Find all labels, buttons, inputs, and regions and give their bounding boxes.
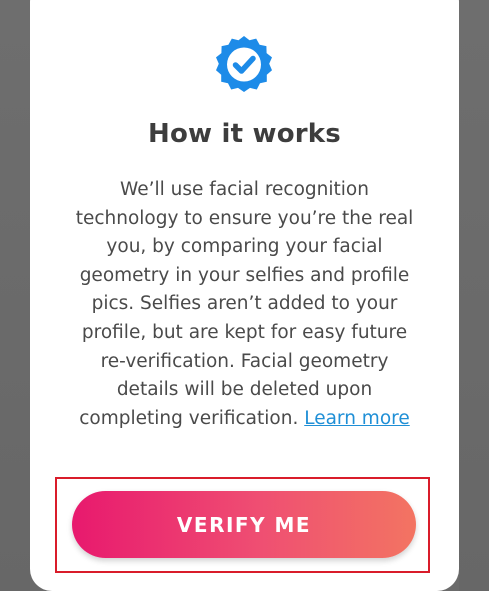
description-text: We’ll use facial recognition technology …	[75, 179, 414, 429]
background-overlay-right	[459, 0, 489, 591]
learn-more-link[interactable]: Learn more	[304, 408, 410, 429]
verify-me-button[interactable]: VERIFY ME	[72, 491, 416, 558]
modal-title: How it works	[148, 119, 341, 149]
verified-badge-icon	[216, 36, 272, 92]
background-overlay-left	[0, 0, 30, 591]
modal-description: We’ll use facial recognition technology …	[68, 176, 421, 433]
